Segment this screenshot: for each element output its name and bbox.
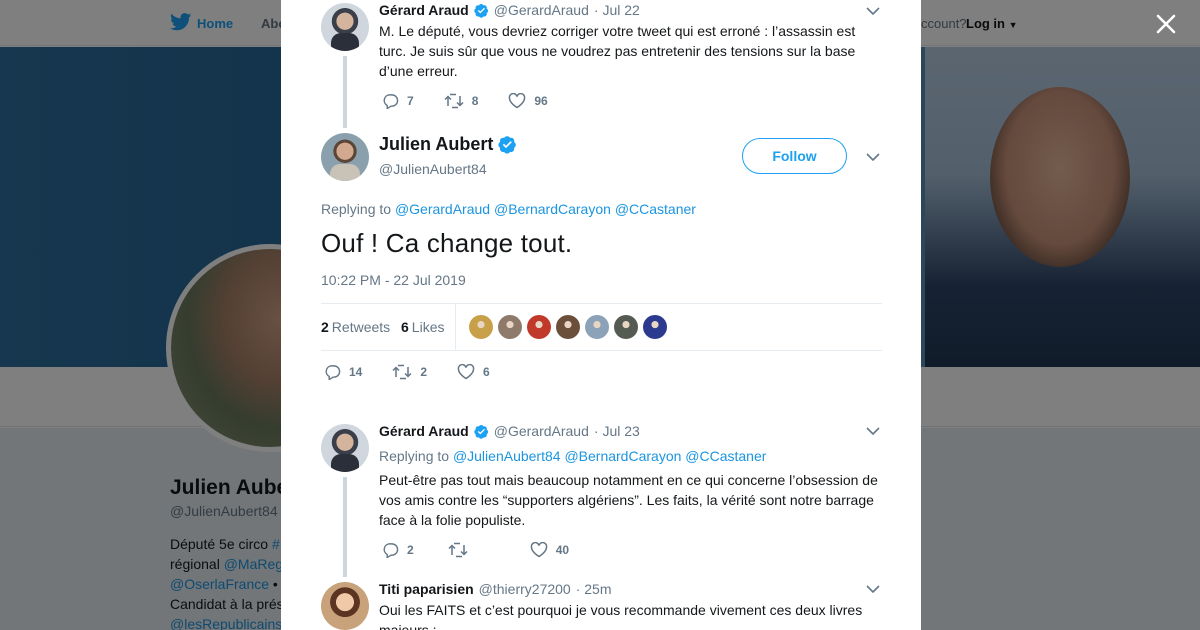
like-count: 96 (534, 94, 548, 108)
replying-to: Replying to @GerardAraud @BernardCarayon… (321, 201, 696, 217)
tweet-header: Titi paparisien @thierry27200 · 25m (379, 581, 612, 597)
avatar[interactable] (321, 582, 369, 630)
avatar[interactable] (321, 3, 369, 51)
author-name[interactable]: Gérard Araud (379, 2, 469, 18)
liker-avatar[interactable] (527, 315, 551, 339)
liker-avatars (469, 315, 667, 339)
reply-icon (383, 94, 399, 109)
retweet-count: 8 (471, 94, 479, 108)
retweet-icon (444, 93, 464, 109)
liker-avatar[interactable] (469, 315, 493, 339)
tweet-timestamp[interactable]: 10:22 PM - 22 Jul 2019 (321, 272, 466, 288)
reply-button[interactable]: 2 (382, 542, 414, 558)
thread-line (343, 477, 347, 577)
tweet-stats: 2 Retweets 6 Likes (321, 303, 882, 351)
author-name[interactable]: Julien Aubert (379, 134, 493, 155)
tweet-header: Gérard Araud @GerardAraud · Jul 23 (379, 423, 640, 439)
replying-to: Replying to @JulienAubert84 @BernardCara… (379, 448, 766, 464)
chevron-down-icon[interactable] (865, 423, 881, 439)
tweet-modal: Gérard Araud @GerardAraud · Jul 22 M. Le… (281, 0, 921, 630)
author-name[interactable]: Gérard Araud (379, 423, 469, 439)
tweet-text: Peut-être pas tout mais beaucoup notamme… (379, 472, 878, 528)
retweets-stat[interactable]: 2 Retweets (321, 319, 390, 335)
author-name[interactable]: Titi paparisien (379, 581, 474, 597)
avatar[interactable] (321, 133, 369, 181)
chevron-down-icon[interactable] (865, 149, 881, 165)
retweet-icon (448, 542, 468, 558)
verified-badge-icon (498, 136, 516, 154)
tweet-actions: 2 40 (382, 542, 569, 558)
retweet-button[interactable] (448, 542, 476, 558)
retweets-stat-count: 2 (321, 319, 329, 335)
close-icon[interactable] (1152, 10, 1180, 38)
tweet-time[interactable]: · 25m (576, 581, 612, 597)
reply-icon (325, 365, 341, 380)
tweet-time[interactable]: · Jul 23 (594, 423, 640, 439)
retweet-button[interactable]: 8 (444, 93, 479, 109)
like-count: 6 (483, 365, 490, 379)
liker-avatar[interactable] (643, 315, 667, 339)
heart-icon (530, 542, 547, 558)
retweet-count: 2 (420, 365, 428, 379)
liker-avatar[interactable] (614, 315, 638, 339)
tweet-text: M. Le député, vous devriez corriger votr… (379, 23, 856, 79)
likes-stat-label: Likes (411, 319, 445, 335)
like-button[interactable]: 40 (530, 542, 569, 558)
heart-icon (457, 364, 475, 380)
thread-line (343, 56, 347, 128)
reply-button[interactable]: 14 (324, 364, 362, 380)
like-button[interactable]: 6 (457, 364, 490, 380)
avatar[interactable] (321, 424, 369, 472)
retweet-icon (392, 364, 412, 380)
heart-icon (509, 93, 526, 109)
author-handle[interactable]: @GerardAraud (494, 423, 589, 439)
tweet-text: Oui les FAITS et c’est pourquoi je vous … (379, 602, 863, 630)
mention-link[interactable]: @BernardCarayon (494, 201, 611, 217)
reply-count: 14 (349, 365, 363, 379)
like-count: 40 (555, 543, 570, 557)
replying-to-label: Replying to (321, 201, 392, 217)
retweets-stat-label: Retweets (331, 319, 391, 335)
tweet-header: Gérard Araud @GerardAraud · Jul 22 (379, 2, 640, 18)
replying-to-label: Replying to (379, 448, 450, 464)
chevron-down-icon[interactable] (865, 3, 881, 19)
divider (455, 304, 456, 350)
follow-button[interactable]: Follow (742, 138, 847, 174)
liker-avatar[interactable] (498, 315, 522, 339)
tweet-actions: 7 8 96 (382, 93, 548, 109)
verified-badge-icon (474, 424, 488, 439)
tweet-time[interactable]: · Jul 22 (594, 2, 640, 18)
reply-button[interactable]: 7 (382, 93, 414, 109)
like-button[interactable]: 96 (508, 93, 548, 109)
reply-count: 7 (407, 94, 414, 108)
author-handle[interactable]: @JulienAubert84 (379, 161, 487, 177)
likes-stat[interactable]: 6 Likes (401, 319, 444, 335)
mention-link[interactable]: @JulienAubert84 (453, 448, 561, 464)
author-handle[interactable]: @thierry27200 (479, 581, 571, 597)
mention-link[interactable]: @GerardAraud (395, 201, 490, 217)
liker-avatar[interactable] (585, 315, 609, 339)
verified-badge-icon (474, 3, 488, 18)
mention-link[interactable]: @BernardCarayon (564, 448, 681, 464)
tweet-actions: 14 2 6 (324, 364, 490, 380)
tweet-text: Ouf ! Ca change tout. (321, 228, 573, 258)
author-handle[interactable]: @GerardAraud (494, 2, 589, 18)
mention-link[interactable]: @CCastaner (685, 448, 766, 464)
chevron-down-icon[interactable] (865, 581, 881, 597)
likes-stat-count: 6 (401, 319, 409, 335)
liker-avatar[interactable] (556, 315, 580, 339)
retweet-button[interactable]: 2 (392, 364, 427, 380)
mention-link[interactable]: @CCastaner (615, 201, 696, 217)
reply-icon (383, 543, 399, 558)
reply-count: 2 (407, 543, 414, 557)
